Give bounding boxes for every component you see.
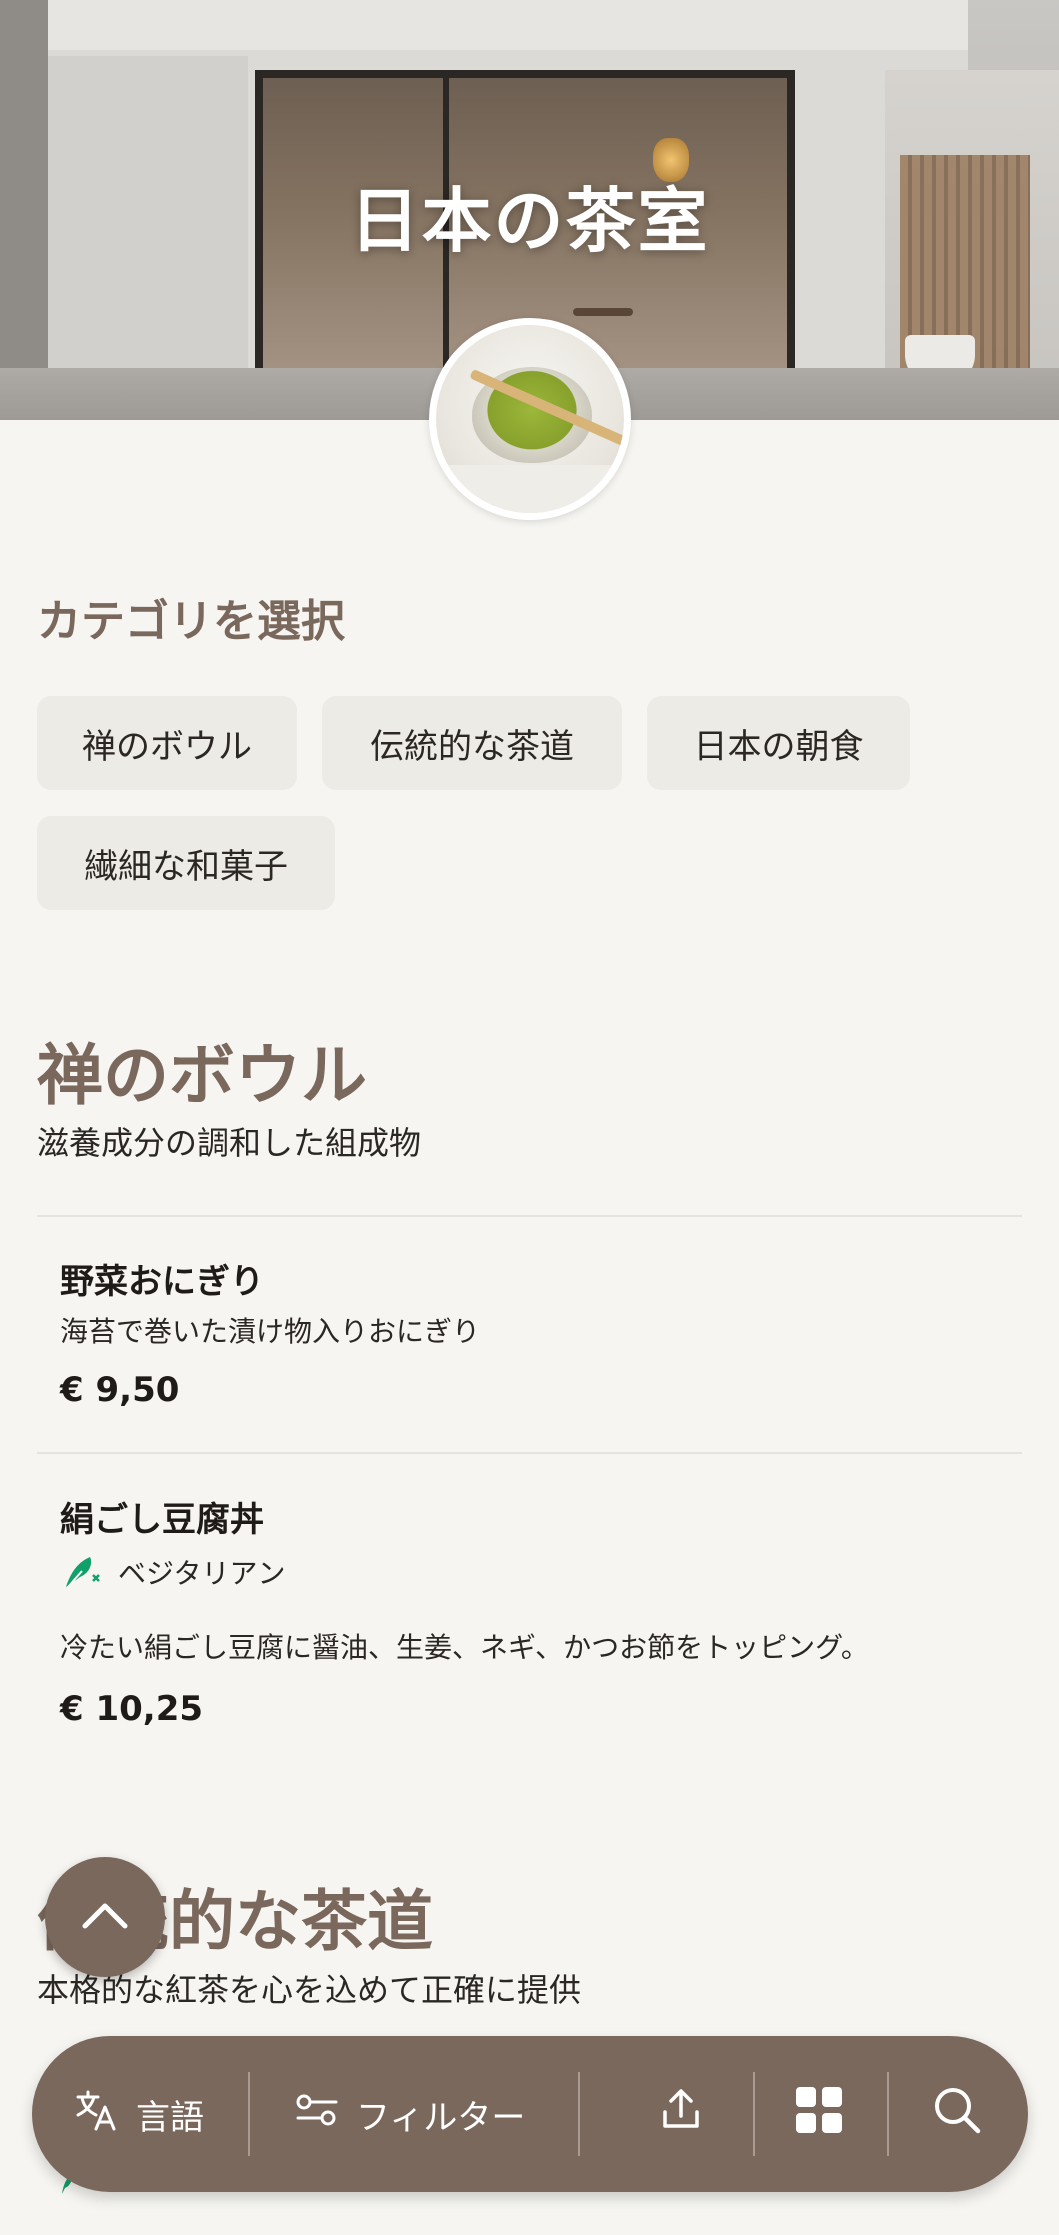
share-button[interactable] bbox=[657, 2036, 705, 2192]
category-chip-tea-ceremony[interactable]: 伝統的な茶道 bbox=[322, 696, 622, 790]
filter-label: フィルター bbox=[356, 2097, 526, 2138]
menu-item-description: 海苔で巻いた漬け物入りおにぎり bbox=[60, 1315, 481, 1348]
toolbar-separator bbox=[248, 2072, 250, 2156]
grid-icon bbox=[794, 2085, 844, 2144]
divider bbox=[37, 1452, 1022, 1454]
chevron-up-icon bbox=[81, 1900, 129, 1934]
toolbar-separator bbox=[753, 2072, 755, 2156]
toolbar-separator bbox=[887, 2072, 889, 2156]
scroll-to-top-button[interactable] bbox=[45, 1857, 165, 1977]
toolbar-separator bbox=[578, 2072, 580, 2156]
search-button[interactable] bbox=[932, 2036, 982, 2192]
category-chip-wagashi[interactable]: 繊細な和菓子 bbox=[37, 816, 335, 910]
category-heading: カテゴリを選択 bbox=[37, 596, 345, 647]
grid-view-button[interactable] bbox=[794, 2036, 844, 2192]
language-label: 言語 bbox=[136, 2097, 204, 2138]
page-title: 日本の茶室 bbox=[349, 180, 710, 262]
vegetarian-leaf-icon bbox=[60, 1553, 102, 1591]
language-button[interactable]: 言語 bbox=[74, 2036, 204, 2192]
menu-item-price: € 9,50 bbox=[60, 1370, 180, 1410]
menu-item-description: 冷たい絹ごし豆腐に醤油、生姜、ネギ、かつお節をトッピング。 bbox=[60, 1631, 869, 1664]
section-title: 禅のボウル bbox=[37, 1037, 367, 1114]
bottom-toolbar: 言語 フィルター bbox=[32, 2036, 1028, 2192]
filter-icon bbox=[294, 2090, 340, 2139]
share-icon bbox=[657, 2086, 705, 2143]
vegetarian-tag: ベジタリアン bbox=[60, 1552, 285, 1592]
hero-table bbox=[573, 308, 633, 316]
filter-button[interactable]: フィルター bbox=[294, 2036, 525, 2192]
category-chip-zen-bowl[interactable]: 禅のボウル bbox=[37, 696, 297, 790]
restaurant-logo-avatar bbox=[429, 318, 631, 520]
menu-item-name: 絹ごし豆腐丼 bbox=[60, 1500, 264, 1540]
hero-roof bbox=[48, 0, 968, 50]
menu-item-price: € 10,25 bbox=[60, 1689, 204, 1729]
avatar-cloth bbox=[436, 465, 624, 513]
category-chip-breakfast[interactable]: 日本の朝食 bbox=[647, 696, 910, 790]
menu-item-name: 野菜おにぎり bbox=[60, 1262, 264, 1302]
search-icon bbox=[932, 2085, 982, 2144]
section-subtitle: 滋養成分の調和した組成物 bbox=[37, 1124, 422, 1162]
vegetarian-tag-label: ベジタリアン bbox=[118, 1557, 286, 1590]
divider bbox=[37, 1215, 1022, 1217]
translate-icon bbox=[74, 2087, 120, 2142]
